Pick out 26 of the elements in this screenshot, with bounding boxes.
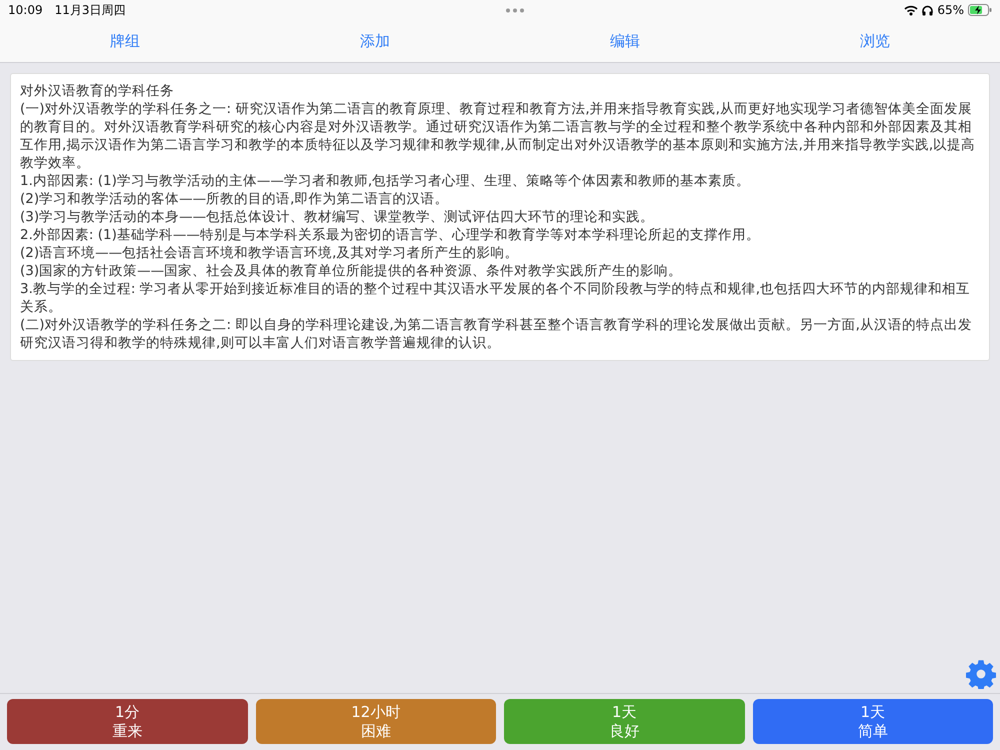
- headphones-icon: [922, 4, 934, 16]
- toolbar-button[interactable]: 编辑: [500, 30, 750, 52]
- status-date: 11月3日周四: [54, 2, 126, 19]
- settings-icon[interactable]: [966, 659, 996, 689]
- toolbar-button[interactable]: 添加: [250, 30, 500, 52]
- answer-button[interactable]: 1天 良好: [504, 699, 744, 744]
- card-paragraph: (二)对外汉语教学的学科任务之二: 即以自身的学科理论建设,为第二语言教育学科甚至整个语言教育学科的理论发展做出贡献。另一方面,从汉语的特点出发研究汉语习得和教学的特殊规律,则可以丰富人们对语言教学普遍规律的认识。: [20, 316, 973, 352]
- card-paragraph: (2)语言环境——包括社会语言环境和教学语言环境,及其对学习者所产生的影响。: [20, 244, 520, 262]
- card-paragraph: (一)对外汉语教学的学科任务之一: 研究汉语作为第二语言的教育原理、教育过程和教育方法,并用来指导教育实践,从而更好地实现学习者德智体美全面发展的教育目的。对外汉语教育学科研究的核心内容是对外汉语教学。通过研究汉语作为第二语言教与学的全过程和整个教学系统中各种内部和外部因素及其相互作用,揭示汉语作为第二语言学习和教学的本质特征以及学习规律和教学规律,从而制定出对外汉语教学的基本原则和实施方法,并用来指导教学实践,以提高教学效率。: [20, 100, 976, 172]
- battery-charging-icon: [968, 4, 992, 16]
- status-time: 10:09: [8, 2, 43, 19]
- card-paragraph: 3.教与学的全过程: 学习者从零开始到接近标准目的语的整个过程中其汉语水平发展的各个不同阶段教与学的特点和规律,也包括四大环节的内部规律和相互关系。: [20, 280, 972, 316]
- answer-button[interactable]: 12小时 困难: [256, 699, 496, 744]
- answer-button[interactable]: 1天 简单: [752, 699, 993, 744]
- battery-percent: 65%: [937, 2, 964, 19]
- wifi-icon: [904, 4, 918, 16]
- answer-button[interactable]: 1分 重来: [7, 699, 248, 744]
- card-paragraph: (2)学习和教学活动的客体——所教的目的语,即作为第二语言的汉语。: [20, 190, 450, 208]
- card-paragraph: 2.外部因素: (1)基础学科——特别是与本学科关系最为密切的语言学、心理学和教育学等对本学科理论所起的支撑作用。: [20, 226, 761, 244]
- card-paragraph: 1.内部因素: (1)学习与教学活动的主体——学习者和教师,包括学习者心理、生理、策略等个体因素和教师的基本素质。: [20, 172, 752, 190]
- card-title: 对外汉语教育的学科任务: [20, 82, 175, 100]
- card-paragraph: (3)学习与教学活动的本身——包括总体设计、教材编写、课堂教学、测试评估四大环节的理论和实践。: [20, 208, 656, 226]
- multitasking-dots-icon[interactable]: [504, 8, 525, 12]
- toolbar-button[interactable]: 牌组: [0, 30, 250, 52]
- card-paragraph: (3)国家的方针政策——国家、社会及具体的教育单位所能提供的各种资源、条件对教学实践所产生的影响。: [20, 262, 684, 280]
- toolbar-button[interactable]: 浏览: [750, 30, 1000, 52]
